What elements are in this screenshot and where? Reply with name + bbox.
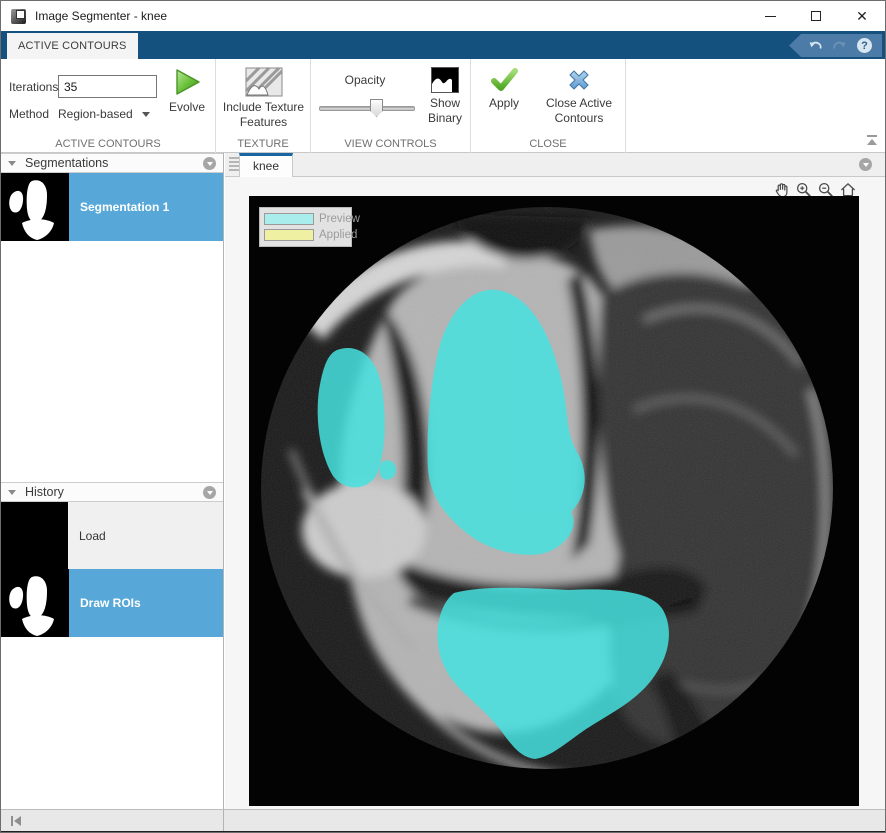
history-item-load[interactable]: Load bbox=[1, 502, 223, 569]
legend-row-preview: Preview bbox=[264, 211, 360, 227]
legend-row-applied: Applied bbox=[264, 227, 357, 243]
applied-swatch bbox=[264, 229, 314, 241]
method-label: Method bbox=[9, 107, 50, 121]
group-texture: Include Texture Features TEXTURE bbox=[216, 59, 311, 153]
close-button[interactable]: ✕ bbox=[839, 1, 885, 31]
slider-track bbox=[319, 106, 415, 111]
overlay-legend: Preview Applied bbox=[259, 207, 360, 247]
collapse-ribbon-triangle-icon bbox=[867, 139, 877, 145]
close-x-icon bbox=[569, 70, 589, 90]
collapse-panel-icon bbox=[11, 815, 13, 826]
binary-image-icon bbox=[431, 67, 459, 93]
bottom-bar bbox=[1, 809, 885, 831]
method-value: Region-based bbox=[58, 107, 133, 121]
maximize-icon bbox=[811, 11, 821, 21]
tab-active-contours[interactable]: ACTIVE CONTOURS bbox=[7, 33, 138, 59]
evolve-button[interactable]: Evolve bbox=[161, 67, 213, 115]
collapse-left-panel-button[interactable] bbox=[1, 809, 224, 831]
title-bar: Image Segmenter - knee ✕ bbox=[1, 1, 885, 31]
collapse-triangle-icon[interactable] bbox=[8, 489, 16, 495]
section-label-close: CLOSE bbox=[529, 138, 567, 150]
window-controls: ✕ bbox=[747, 1, 885, 31]
chevron-down-icon bbox=[141, 111, 150, 117]
document-menu-icon[interactable] bbox=[859, 158, 872, 171]
tab-knee[interactable]: knee bbox=[239, 153, 294, 177]
history-header[interactable]: History bbox=[1, 482, 223, 502]
status-bar bbox=[224, 809, 885, 831]
undo-icon[interactable] bbox=[807, 39, 823, 53]
collapse-ribbon-bar bbox=[867, 135, 877, 137]
panel-menu-icon[interactable] bbox=[203, 156, 216, 170]
preview-label: Preview bbox=[319, 213, 360, 225]
draw-rois-thumbnail bbox=[1, 569, 69, 637]
knee-mri-image bbox=[249, 196, 859, 806]
left-panel: Segmentations Segmentation 1 History Loa… bbox=[1, 153, 224, 809]
apply-button[interactable]: Apply bbox=[475, 67, 533, 111]
segmentations-header[interactable]: Segmentations bbox=[1, 153, 223, 173]
minimize-button[interactable] bbox=[747, 1, 793, 31]
section-label-view-controls: VIEW CONTROLS bbox=[344, 138, 437, 150]
app-icon bbox=[11, 8, 26, 24]
collapse-panel-arrow-icon bbox=[14, 815, 21, 826]
document-area: knee Preview Applied bbox=[225, 153, 885, 809]
group-view-controls: Opacity Show Binary VIEW CONTROLS bbox=[311, 59, 471, 153]
segmentation-list-item[interactable]: Segmentation 1 bbox=[1, 173, 223, 241]
history-item-draw-rois[interactable]: Draw ROIs bbox=[1, 569, 223, 637]
section-label-active-contours: ACTIVE CONTOURS bbox=[55, 138, 161, 150]
ribbon-tab-strip: ACTIVE CONTOURS ? bbox=[1, 31, 885, 59]
maximize-button[interactable] bbox=[793, 1, 839, 31]
history-title: History bbox=[25, 485, 64, 499]
opacity-slider[interactable] bbox=[319, 99, 415, 117]
opacity-slider-thumb[interactable] bbox=[370, 99, 383, 117]
quick-access-toolbar: ? bbox=[789, 34, 882, 57]
panel-menu-icon[interactable] bbox=[203, 485, 216, 499]
ribbon-toolbar: Iterations Method Region-based Evolve bbox=[1, 59, 885, 153]
segmentations-title: Segmentations bbox=[25, 156, 109, 170]
document-tab-bar: knee bbox=[225, 153, 885, 177]
window-title: Image Segmenter - knee bbox=[35, 9, 168, 23]
iterations-label: Iterations bbox=[9, 79, 59, 94]
close-icon: ✕ bbox=[856, 8, 868, 24]
section-label-texture: TEXTURE bbox=[237, 138, 289, 150]
play-icon bbox=[176, 69, 200, 95]
applied-label: Applied bbox=[319, 229, 358, 241]
iterations-input[interactable] bbox=[58, 75, 157, 98]
app-window: Image Segmenter - knee ✕ ACTIVE CONTOURS… bbox=[0, 0, 886, 833]
check-icon bbox=[491, 68, 518, 91]
segmentations-empty-area bbox=[1, 241, 223, 482]
opacity-label: Opacity bbox=[344, 73, 386, 87]
collapse-ribbon-button[interactable] bbox=[866, 135, 878, 146]
close-active-contours-button[interactable]: Close Active Contours bbox=[533, 67, 625, 126]
show-binary-button[interactable]: Show Binary bbox=[421, 67, 469, 126]
segmentation-thumbnail bbox=[1, 173, 69, 241]
collapse-triangle-icon[interactable] bbox=[8, 160, 16, 166]
preview-swatch bbox=[264, 213, 314, 225]
help-icon[interactable]: ? bbox=[857, 38, 872, 53]
texture-icon bbox=[244, 67, 283, 97]
group-close: Apply Close Active Contours CLOSE bbox=[471, 59, 626, 153]
method-dropdown[interactable]: Region-based bbox=[58, 107, 150, 121]
include-texture-features-button[interactable]: Include Texture Features bbox=[219, 67, 308, 130]
group-active-contours: Iterations Method Region-based Evolve bbox=[1, 59, 216, 153]
minimize-icon bbox=[764, 15, 776, 17]
preview-overlay-small-blob bbox=[379, 460, 396, 480]
knee-mri-canvas[interactable]: Preview Applied bbox=[249, 196, 859, 806]
load-thumbnail bbox=[1, 502, 68, 569]
redo-icon[interactable] bbox=[832, 39, 848, 53]
